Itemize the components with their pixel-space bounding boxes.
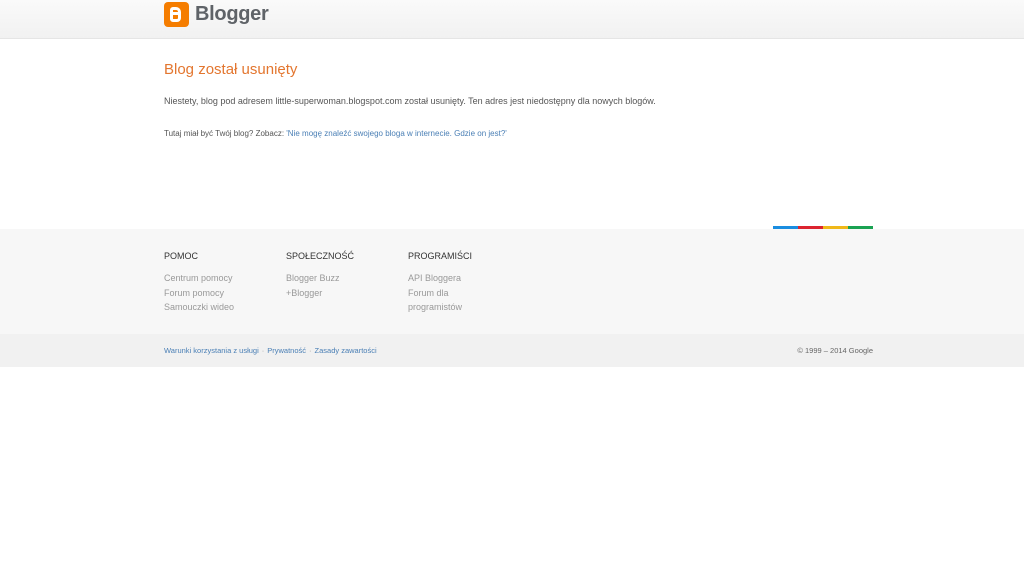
blogger-logo[interactable]: Blogger	[164, 2, 269, 27]
footer-link-blogger-buzz[interactable]: Blogger Buzz	[286, 271, 354, 286]
top-header: Blogger	[0, 0, 1024, 39]
legal-links: Warunki korzystania z usługi · Prywatność ·…	[164, 346, 377, 356]
footer-links-section: POMOC Centrum pomocy Forum pomocy Samouc…	[0, 229, 1024, 334]
terms-link[interactable]: Warunki korzystania z usługi	[164, 346, 259, 355]
footer-legal-bar: Warunki korzystania z usługi · Prywatność ·…	[0, 334, 1024, 367]
footer-column-developers: PROGRAMIŚCI API Bloggera Forum dla progr…	[408, 250, 472, 315]
blogger-logo-icon	[164, 2, 189, 27]
main-content: Blog został usunięty Niestety, blog pod …	[164, 60, 864, 140]
separator: ·	[309, 346, 312, 355]
footer-column-help: POMOC Centrum pomocy Forum pomocy Samouc…	[164, 250, 234, 315]
footer-column-community: SPOŁECZNOŚĆ Blogger Buzz +Blogger	[286, 250, 354, 300]
footer-link-dev-forum-cont[interactable]: programistów	[408, 300, 472, 315]
copyright: © 1999 – 2014 Google	[797, 346, 873, 355]
separator: ·	[261, 346, 265, 355]
footer-heading: PROGRAMIŚCI	[408, 251, 473, 261]
footer-link-help-forum[interactable]: Forum pomocy	[164, 286, 234, 301]
help-prefix: Tutaj miał być Twój blog? Zobacz:	[164, 129, 287, 138]
footer-link-plus-blogger[interactable]: +Blogger	[286, 286, 354, 301]
footer-link-video-tutorials[interactable]: Samouczki wideo	[164, 300, 234, 315]
footer-heading: POMOC	[164, 251, 199, 261]
page-title: Blog został usunięty	[164, 61, 298, 78]
privacy-link[interactable]: Prywatność	[267, 346, 306, 355]
content-policy-link[interactable]: Zasady zawartości	[315, 346, 377, 355]
footer-link-api[interactable]: API Bloggera	[408, 271, 472, 286]
deleted-message: Niestety, blog pod adresem little-superw…	[164, 96, 656, 106]
logo-text: Blogger	[195, 3, 269, 25]
footer-link-help-center[interactable]: Centrum pomocy	[164, 271, 234, 286]
help-link[interactable]: 'Nie mogę znaleźć swojego bloga w intern…	[286, 129, 507, 138]
footer-link-dev-forum[interactable]: Forum dla	[408, 286, 472, 301]
help-text: Tutaj miał być Twój blog? Zobacz: 'Nie m…	[164, 128, 864, 140]
footer-heading: SPOŁECZNOŚĆ	[286, 251, 355, 261]
